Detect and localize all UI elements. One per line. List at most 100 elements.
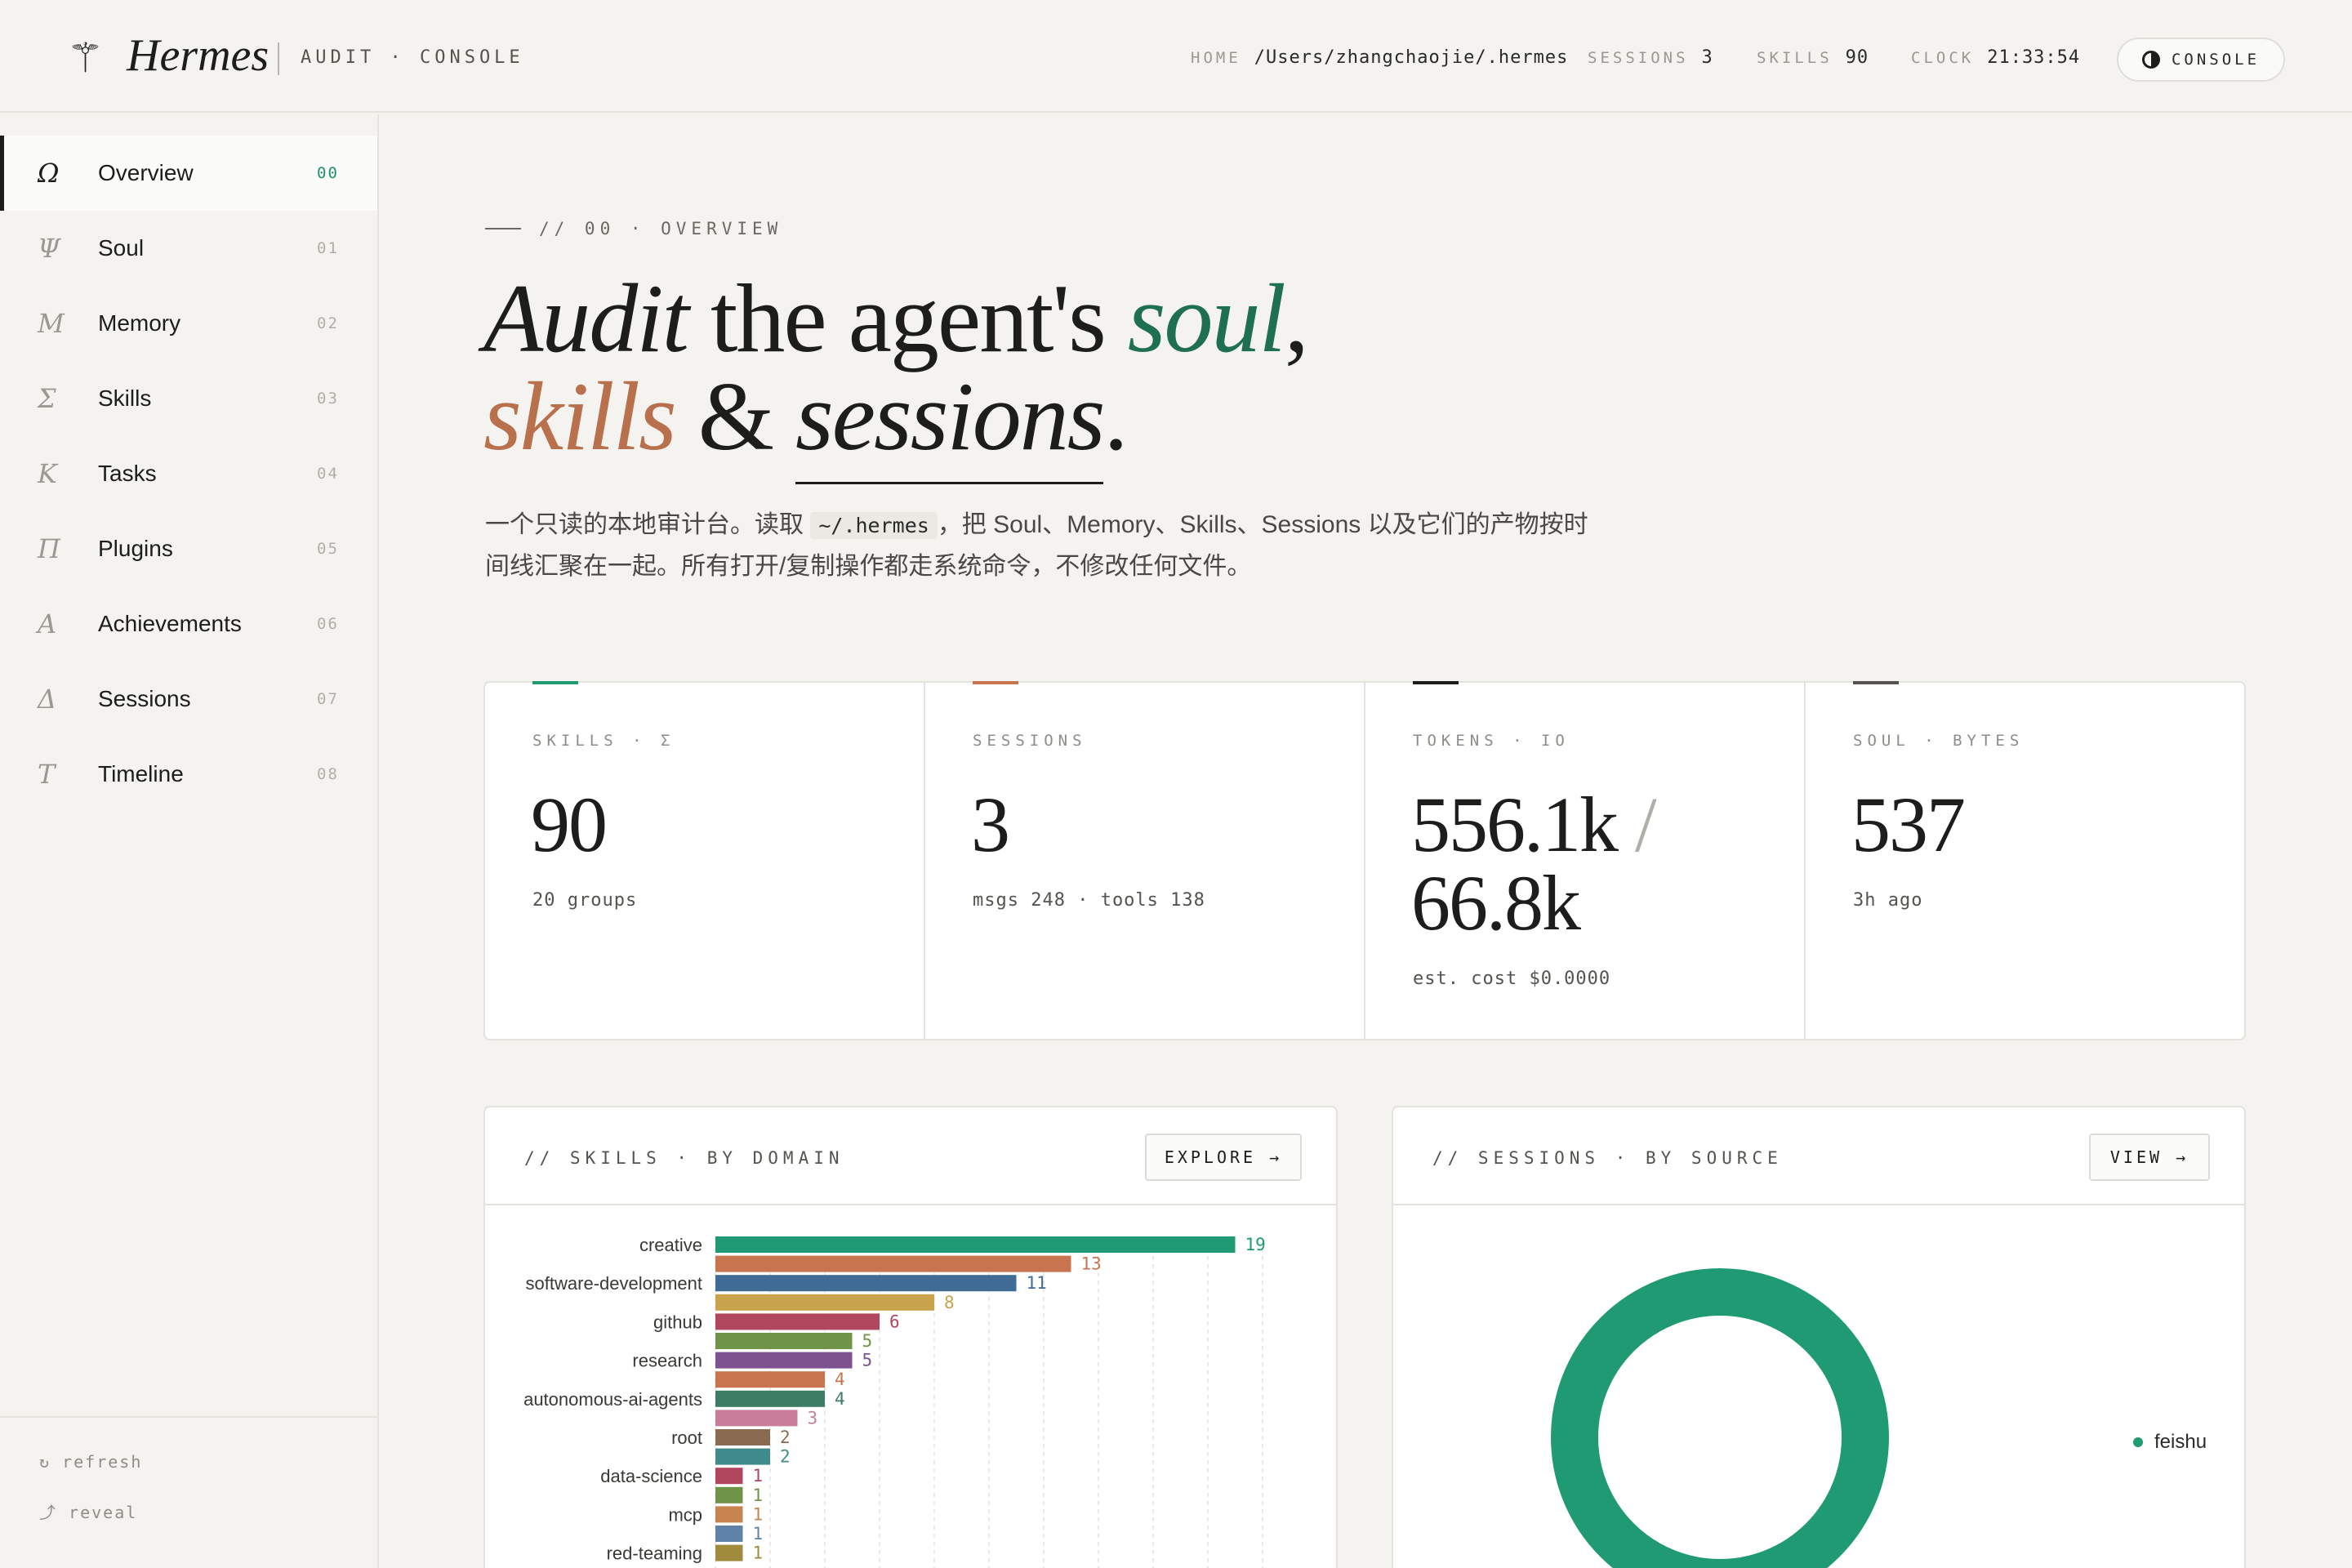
caduceus-icon: ⚚ [67, 34, 104, 82]
sidebar-divider [0, 1416, 377, 1418]
bar-value-label: 1 [753, 1524, 764, 1544]
category-label: creative [639, 1235, 702, 1255]
reveal-button[interactable]: ⤴ reveal [39, 1499, 137, 1523]
kpi-soul[interactable]: SOUL · BYTES 537 3h ago [1806, 681, 2244, 1039]
omega-icon: Ω [38, 158, 60, 189]
legend-swatch [2133, 1437, 2143, 1447]
bar [715, 1352, 853, 1369]
bar-value-label: 4 [835, 1370, 845, 1389]
page-title: Audit the agent's soul, skills & session… [483, 270, 1309, 484]
category-label: red-teaming [607, 1544, 702, 1564]
donut-legend: feishu [2133, 1431, 2207, 1454]
sidebar-item-memory[interactable]: M Memory 02 [0, 286, 377, 361]
bar [715, 1275, 1017, 1292]
kpi-accent-bar [973, 681, 1018, 684]
brand-divider [278, 42, 279, 75]
bar-value-label: 5 [862, 1331, 873, 1351]
bar-value-label: 19 [1245, 1235, 1266, 1254]
sigma-icon: Σ [38, 383, 56, 414]
bar [715, 1390, 825, 1407]
bar-value-label: 1 [753, 1466, 764, 1486]
bar [715, 1526, 743, 1542]
delta-icon: Δ [38, 684, 57, 715]
bar [715, 1506, 743, 1523]
skills-by-domain-panel: // SKILLS · BY DOMAIN EXPLORE → 19 creati… [483, 1106, 1338, 1568]
bar-value-label: 1 [753, 1544, 764, 1563]
k-letter-icon: K [38, 458, 57, 489]
category-label: mcp [668, 1504, 702, 1525]
sessions-stat: SESSIONS 3 [1588, 47, 1713, 68]
bar [715, 1313, 880, 1330]
bar [715, 1236, 1236, 1253]
refresh-button[interactable]: ↻ refresh [39, 1452, 142, 1472]
legend-label: feishu [2154, 1431, 2207, 1453]
bar-value-label: 1 [753, 1486, 764, 1505]
kpi-accent-bar [1853, 681, 1899, 684]
console-toggle-button[interactable]: CONSOLE [2117, 38, 2285, 82]
bar-value-label: 6 [889, 1312, 900, 1331]
category-label: github [653, 1312, 702, 1332]
pi-icon: Π [38, 533, 60, 564]
skills-stat: SKILLS 90 [1757, 47, 1869, 68]
kpi-accent-bar [532, 681, 578, 684]
category-label: research [632, 1351, 702, 1371]
kpi-accent-bar [1413, 681, 1459, 684]
sidebar-item-overview[interactable]: Ω Overview 00 [0, 136, 377, 211]
section-eyebrow: // 00 · OVERVIEW [485, 219, 782, 238]
category-label: autonomous-ai-agents [523, 1389, 702, 1410]
sidebar-item-soul[interactable]: Ψ Soul 01 [0, 211, 377, 286]
bar-value-label: 11 [1027, 1273, 1047, 1293]
bar [715, 1429, 770, 1446]
category-label: software-development [526, 1273, 702, 1294]
bar-value-label: 5 [862, 1351, 873, 1370]
home-stat: HOME/Users/zhangchaojie/.hermes [1191, 47, 1569, 68]
bar [715, 1486, 743, 1503]
clock-stat: CLOCK 21:33:54 [1911, 47, 2081, 68]
sidebar-item-plugins[interactable]: Π Plugins 05 [0, 511, 377, 586]
sidebar-item-tasks[interactable]: K Tasks 04 [0, 436, 377, 511]
sidebar-item-skills[interactable]: Σ Skills 03 [0, 361, 377, 436]
bar-value-label: 2 [780, 1447, 791, 1467]
bar-value-label: 13 [1081, 1254, 1102, 1274]
t-letter-icon: T [38, 759, 56, 790]
path-code: ~/.hermes [810, 512, 938, 539]
bar [715, 1294, 934, 1311]
kpi-skills[interactable]: SKILLS · Σ 90 20 groups [485, 681, 925, 1039]
bar [715, 1468, 743, 1485]
bar [715, 1333, 853, 1349]
top-bar: ⚚ Hermes AUDIT · CONSOLE HOME/Users/zhan… [0, 0, 2352, 113]
psi-icon: Ψ [38, 233, 61, 264]
category-label: root [671, 1428, 702, 1448]
bar [715, 1448, 770, 1465]
theme-half-circle-icon [2141, 51, 2160, 69]
explore-button[interactable]: EXPLORE → [1145, 1134, 1302, 1181]
bar [715, 1544, 743, 1561]
bar [715, 1371, 825, 1388]
bar-value-label: 8 [944, 1293, 955, 1312]
bar-value-label: 3 [808, 1408, 818, 1428]
bar-value-label: 1 [753, 1504, 764, 1524]
bar-value-label: 4 [835, 1389, 845, 1409]
main-content: // 00 · OVERVIEW Audit the agent's soul,… [381, 114, 2352, 1568]
bar [715, 1255, 1071, 1272]
panel-title: // SKILLS · BY DOMAIN [524, 1148, 844, 1168]
sidebar-item-sessions[interactable]: Δ Sessions 07 [0, 662, 377, 737]
bar-value-label: 2 [780, 1428, 791, 1447]
kpi-sessions[interactable]: SESSIONS 3 msgs 248 · tools 138 [925, 681, 1365, 1039]
skills-bar-chart: 19creative1311software-development86gith… [523, 1235, 1266, 1568]
kpi-cards: SKILLS · Σ 90 20 groups SESSIONS 3 msgs … [483, 681, 2246, 1040]
donut-slice [1551, 1268, 1889, 1568]
brand-subtitle: AUDIT · CONSOLE [301, 47, 524, 68]
sessions-by-source-panel: // SESSIONS · BY SOURCE VIEW → feishu [1392, 1106, 2246, 1568]
brand-name: Hermes [127, 30, 270, 81]
view-button[interactable]: VIEW → [2089, 1134, 2210, 1181]
sidebar-item-achievements[interactable]: A Achievements 06 [0, 586, 377, 662]
kpi-tokens[interactable]: TOKENS · IO 556.1k /66.8k est. cost $0.0… [1365, 681, 1806, 1039]
sidebar: Ω Overview 00 Ψ Soul 01 M Memory 02 Σ Sk… [0, 114, 379, 1568]
m-letter-icon: M [38, 308, 65, 339]
page-description: 一个只读的本地审计台。读取 ~/.hermes ，把 Soul、Memory、Sk… [485, 511, 1588, 580]
category-label: data-science [600, 1466, 702, 1486]
bar [715, 1410, 798, 1427]
a-letter-icon: A [38, 608, 57, 639]
sidebar-item-timeline[interactable]: T Timeline 08 [0, 737, 377, 812]
